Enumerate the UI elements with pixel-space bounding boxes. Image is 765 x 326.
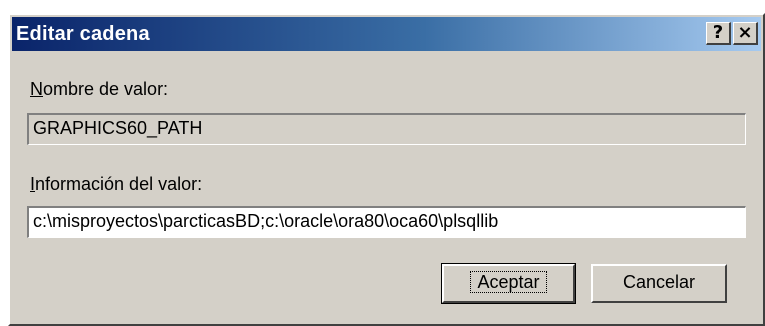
- ok-button-label: Aceptar: [470, 271, 547, 293]
- value-name-label-text: ombre de valor:: [43, 79, 169, 99]
- cancel-button[interactable]: Cancelar: [591, 264, 727, 303]
- ok-button[interactable]: Aceptar: [441, 263, 576, 304]
- title-bar[interactable]: Editar cadena ? ×: [12, 17, 761, 51]
- value-name-field: GRAPHICS60_PATH: [27, 113, 746, 145]
- close-button[interactable]: ×: [733, 22, 758, 45]
- dialog-title: Editar cadena: [16, 23, 150, 45]
- value-data-label-text: nformación del valor:: [35, 174, 203, 194]
- value-name-label-hotkey: N: [30, 79, 43, 99]
- value-data-input[interactable]: c:\misproyectos\parcticasBD;c:\oracle\or…: [27, 206, 746, 238]
- value-data-label: Información del valor:: [30, 174, 202, 195]
- value-name-label: Nombre de valor:: [30, 79, 168, 100]
- help-button[interactable]: ?: [706, 22, 731, 45]
- edit-string-dialog: Editar cadena ? × Nombre de valor: GRAPH…: [8, 13, 765, 326]
